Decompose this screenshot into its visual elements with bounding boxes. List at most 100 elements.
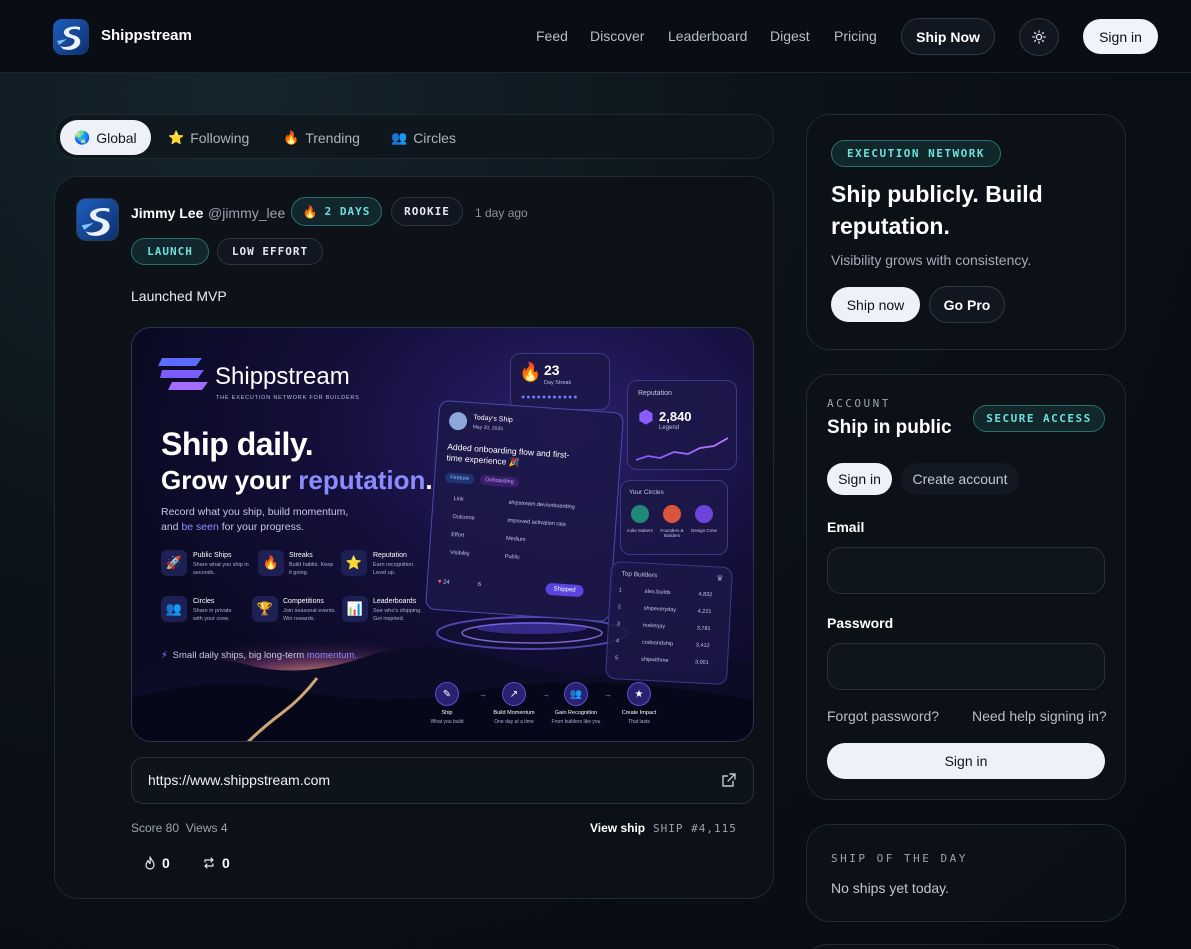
row-val: Medium xyxy=(505,535,526,544)
post-timestamp: 1 day ago xyxy=(475,206,528,220)
author-name[interactable]: Jimmy Lee xyxy=(131,205,203,221)
tab-trending[interactable]: 🔥 Trending xyxy=(269,120,374,155)
forgot-password-link[interactable]: Forgot password? xyxy=(827,708,939,724)
arrow-icon: → xyxy=(604,690,612,699)
avatar[interactable] xyxy=(76,198,119,241)
theme-toggle-button[interactable] xyxy=(1019,18,1059,56)
fire-reaction-button[interactable]: 0 xyxy=(144,855,170,871)
trend-icon: ↗ xyxy=(502,682,526,706)
sun-icon xyxy=(1032,30,1046,44)
today-date: May 20, 2025 xyxy=(472,424,504,433)
hero-ship-now-button[interactable]: Ship now xyxy=(831,287,920,322)
streak-badge: 🔥 2 DAYS xyxy=(291,197,382,226)
feature-desc: Build habits. Keep it going. xyxy=(289,562,334,576)
crown-icon: ♛ xyxy=(716,573,724,583)
people-icon: 👥 xyxy=(391,129,408,145)
builder-rank: 5 xyxy=(614,655,619,662)
builder-name: codeandship xyxy=(641,639,674,648)
header-sign-in-button[interactable]: Sign in xyxy=(1083,19,1158,54)
email-field[interactable] xyxy=(827,547,1105,594)
feature-title: Competitions xyxy=(283,598,324,605)
nav-digest[interactable]: Digest xyxy=(770,28,810,44)
reputation-level: Legend xyxy=(659,425,680,431)
step-desc: That lasts xyxy=(628,719,650,725)
tab-label: Circles xyxy=(413,129,456,146)
post-stats: Score 80 Views 4 xyxy=(131,821,228,835)
footer-part: Small daily ships, big long-term xyxy=(172,650,307,661)
footer-highlight: momentum. xyxy=(306,650,357,661)
builder-name: makerjay xyxy=(642,622,666,630)
nav-discover[interactable]: Discover xyxy=(590,28,644,44)
top-nav-bar: Shippstream Feed Discover Leaderboard Di… xyxy=(0,0,1191,73)
hexagon-icon: ⬢ xyxy=(638,407,654,427)
streak-dots: ●●●●●●●●●●● xyxy=(521,394,579,401)
feature-desc: Join seasonal events. Win rewards. xyxy=(283,608,336,622)
external-link-icon[interactable] xyxy=(721,772,737,788)
repost-icon xyxy=(204,857,214,869)
nav-pricing[interactable]: Pricing xyxy=(834,28,877,44)
preview-brand: Shippstream xyxy=(215,363,350,390)
ship-of-day-empty: No ships yet today. xyxy=(831,880,950,896)
circle-icon xyxy=(631,505,649,523)
view-ship-link[interactable]: View ship xyxy=(590,821,645,835)
top-builders-mini-card: Top Builders ♛ 1 alex.builds 4,832 2 shi… xyxy=(604,560,734,686)
edit-icon: ✎ xyxy=(435,682,459,706)
tag-launch[interactable]: LAUNCH xyxy=(131,238,209,265)
link-preview[interactable]: https://www.shippstream.com xyxy=(131,757,754,804)
account-eyebrow: ACCOUNT xyxy=(827,397,891,410)
password-field[interactable] xyxy=(827,643,1105,690)
arrow-icon: → xyxy=(542,690,550,699)
preview-headline-1: Ship daily. xyxy=(161,426,314,462)
go-pro-button[interactable]: Go Pro xyxy=(929,286,1005,323)
post-preview-image[interactable]: Shippstream THE EXECUTION NETWORK FOR BU… xyxy=(131,327,754,742)
today-tag: Feature xyxy=(444,472,475,485)
tab-global[interactable]: 🌏 Global xyxy=(60,120,151,155)
builder-score: 3,412 xyxy=(695,642,710,650)
row-key: Outcome xyxy=(452,513,475,522)
fire-icon: 🔥 xyxy=(302,204,319,219)
builder-name: shipwithme xyxy=(640,656,669,665)
row-val: shipstream.dev/onboarding xyxy=(508,499,575,511)
row-val: Public xyxy=(504,553,520,561)
builder-score: 4,221 xyxy=(697,608,712,616)
feature-desc: Share in private with your crew. xyxy=(193,608,232,622)
feature-title: Public Ships xyxy=(193,552,232,559)
sign-in-submit-button[interactable]: Sign in xyxy=(827,743,1105,779)
tag-low-effort[interactable]: LOW EFFORT xyxy=(217,238,323,265)
builder-rank: 3 xyxy=(616,621,621,628)
nav-feed[interactable]: Feed xyxy=(536,28,568,44)
tab-label: Global xyxy=(96,129,137,146)
help-signing-in-link[interactable]: Need help signing in? xyxy=(972,708,1107,724)
tab-circles[interactable]: 👥 Circles xyxy=(377,120,470,155)
views-text: Views 4 xyxy=(185,821,228,835)
step-title: Build Momentum xyxy=(493,710,535,716)
streak-number: 23 xyxy=(544,362,560,378)
trophy-icon: 🏆 xyxy=(252,596,278,622)
account-card: ACCOUNT Ship in public SECURE ACCESS Sig… xyxy=(806,374,1126,800)
feature-desc: See who's shipping. Get inspired. xyxy=(373,608,422,622)
tab-sign-in[interactable]: Sign in xyxy=(827,463,892,495)
link-url[interactable]: https://www.shippstream.com xyxy=(148,772,330,788)
shippstream-logo-icon[interactable] xyxy=(53,19,89,55)
reship-button[interactable]: 0 xyxy=(202,855,230,871)
todays-ship-card: Today's Ship May 20, 2025 Added onboardi… xyxy=(424,399,625,623)
headline-highlight: reputation xyxy=(298,465,426,495)
preview-footer: ⚡ Small daily ships, big long-term moment… xyxy=(161,650,357,661)
author-handle[interactable]: @jimmy_lee xyxy=(208,205,285,221)
builder-score: 4,832 xyxy=(698,591,713,599)
step-title: Create Impact xyxy=(621,710,657,716)
tab-following[interactable]: ⭐ Following xyxy=(154,120,263,155)
brand-name[interactable]: Shippstream xyxy=(101,27,192,44)
heart-icon: ♥ xyxy=(437,579,442,586)
ship-now-button[interactable]: Ship Now xyxy=(901,18,995,55)
circle-icon xyxy=(695,505,713,523)
feature-desc: Earn recognition. Level up. xyxy=(373,562,415,576)
today-text: Added onboarding flow and first-time exp… xyxy=(446,441,570,468)
execution-network-card: EXECUTION NETWORK Ship publicly. Build r… xyxy=(806,114,1126,350)
nav-leaderboard[interactable]: Leaderboard xyxy=(668,28,747,44)
tab-create-account[interactable]: Create account xyxy=(901,463,1019,495)
step-desc: From builders like you xyxy=(551,719,601,725)
likes-value: 24 xyxy=(442,579,450,586)
row-val: Improved activation rate xyxy=(507,517,567,528)
fire-icon: 🔥 xyxy=(283,129,300,145)
